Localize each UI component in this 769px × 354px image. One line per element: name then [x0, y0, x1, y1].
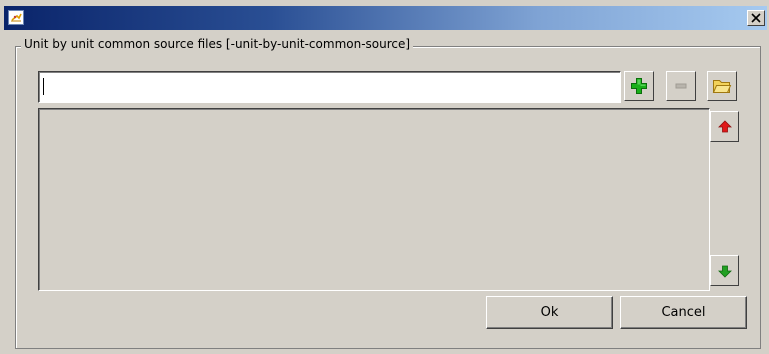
remove-button[interactable]: [666, 71, 696, 101]
cancel-button[interactable]: Cancel: [620, 296, 747, 329]
close-button[interactable]: [747, 10, 765, 26]
title-bar[interactable]: [4, 6, 767, 30]
move-up-button[interactable]: [710, 111, 739, 142]
green-down-arrow-icon: [717, 265, 732, 278]
close-x-icon: [751, 13, 761, 23]
file-list[interactable]: [38, 108, 710, 291]
group-legend: Unit by unit common source files [-unit-…: [21, 37, 414, 51]
red-up-arrow-icon: [717, 119, 732, 132]
minus-icon: [675, 83, 687, 89]
folder-open-icon: [712, 80, 732, 93]
dialog-window: Unit by unit common source files [-unit-…: [0, 0, 769, 354]
browse-folder-button[interactable]: [707, 71, 737, 101]
ok-button[interactable]: Ok: [486, 296, 613, 329]
green-plus-icon: [631, 78, 647, 94]
app-logo-icon: [8, 10, 24, 25]
text-caret: [43, 78, 44, 95]
move-down-button[interactable]: [710, 255, 739, 286]
add-button[interactable]: [624, 71, 654, 101]
path-input[interactable]: [38, 71, 621, 103]
